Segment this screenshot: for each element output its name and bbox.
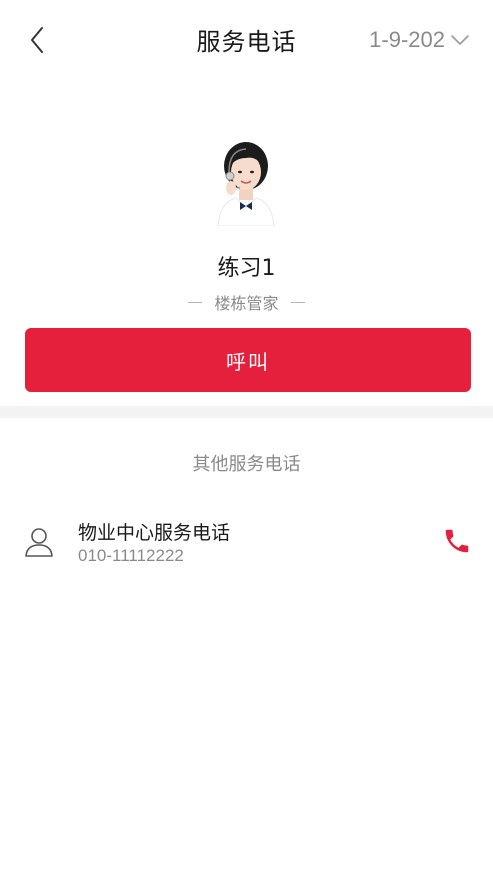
contact-phone: 010-11112222 xyxy=(78,546,184,565)
service-phone-page: 服务电话 1-9-202 练习1 楼栋管家 呼叫 其他服务电话 物业中心服务电话… xyxy=(0,0,493,879)
phone-icon[interactable] xyxy=(442,526,472,556)
divider-left xyxy=(188,301,203,303)
avatar xyxy=(206,136,286,227)
other-services-title: 其他服务电话 xyxy=(192,454,301,475)
list-item[interactable]: 物业中心服务电话 010-11112222 xyxy=(0,506,493,586)
building-label: 1-9-202 xyxy=(369,27,445,52)
divider-right xyxy=(290,301,305,303)
building-selector[interactable]: 1-9-202 xyxy=(369,24,471,56)
role-label: 楼栋管家 xyxy=(214,294,279,313)
call-button[interactable]: 呼叫 xyxy=(25,328,471,392)
role-line: 楼栋管家 xyxy=(0,290,493,314)
user-icon xyxy=(25,528,53,557)
person-name: 练习1 xyxy=(217,256,276,281)
header: 服务电话 1-9-202 xyxy=(0,0,493,80)
contact-name: 物业中心服务电话 xyxy=(78,522,231,544)
section-divider xyxy=(0,406,493,418)
chevron-down-icon xyxy=(451,35,469,45)
